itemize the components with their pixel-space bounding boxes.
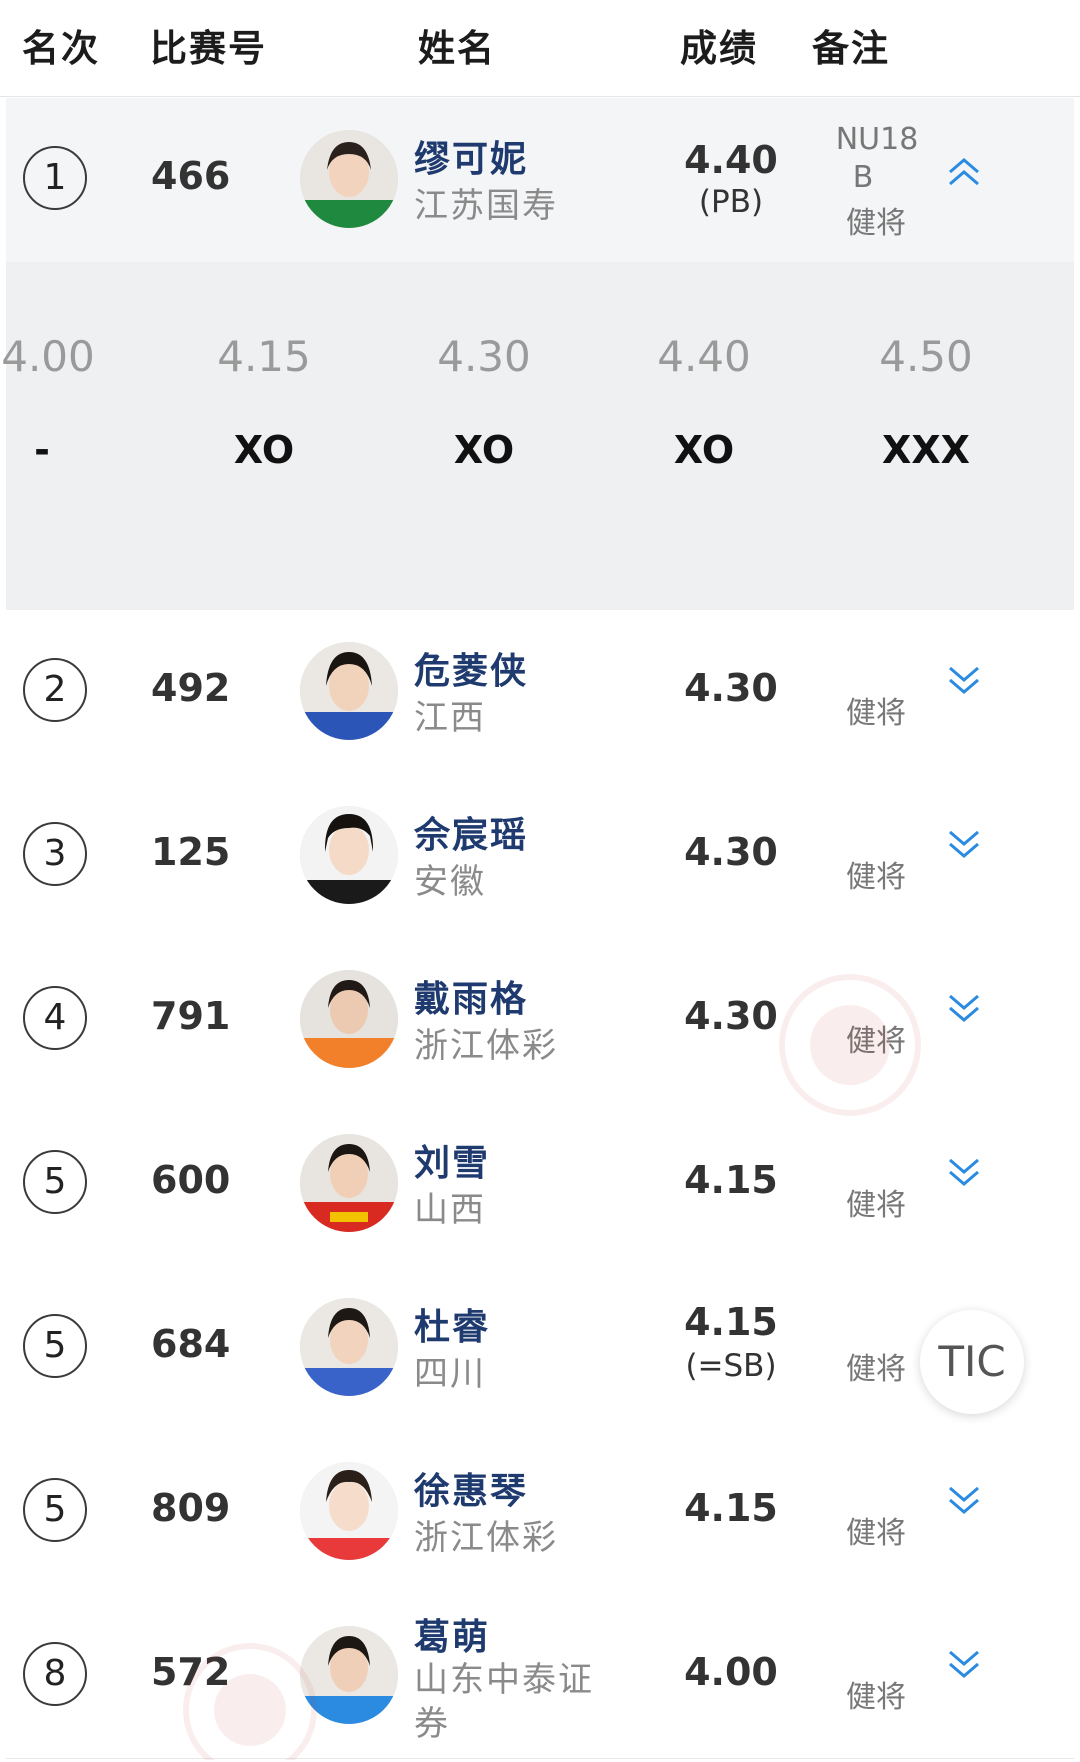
athlete-name[interactable]: 危菱侠 [414, 642, 528, 694]
bib-number: 791 [151, 994, 231, 1038]
header-performance: 成绩 [680, 27, 758, 70]
remark-level: 健将 [846, 860, 906, 895]
avatar [300, 1462, 398, 1560]
remark-level: 健将 [846, 696, 906, 731]
header-rank: 名次 [22, 27, 100, 70]
table-row[interactable]: 3 125 佘宸瑶 安徽 4.30 健将 [6, 774, 1074, 939]
athlete-team: 安徽 [414, 862, 486, 902]
table-row[interactable]: 5 684 杜睿 四川 4.15 (=SB) 健将 [6, 1266, 1074, 1431]
rank-badge: 1 [23, 146, 87, 210]
chevron-double-up-icon[interactable] [946, 154, 982, 190]
athlete-name[interactable]: 葛萌 [414, 1608, 490, 1660]
athlete-name[interactable]: 佘宸瑶 [414, 806, 528, 858]
attempts-panel: 4.00 4.15 4.30 4.40 4.50 - XO XO XO XXX [1, 262, 1074, 611]
athlete-team: 山西 [414, 1190, 486, 1230]
bib-number: 600 [151, 1158, 231, 1202]
header-bib: 比赛号 [150, 27, 267, 70]
performance: 4.15 [684, 1158, 778, 1202]
attempt-height: 4.40 [657, 332, 751, 381]
performance: 4.40 [684, 138, 778, 182]
athlete-team: 江西 [414, 698, 486, 738]
remark-b: B [852, 160, 874, 195]
bib-number: 466 [151, 154, 231, 198]
avatar [300, 970, 398, 1068]
attempt-mark: XXX [882, 428, 970, 472]
avatar [300, 130, 398, 228]
remark-level: 健将 [846, 1352, 906, 1387]
performance: 4.15 [684, 1486, 778, 1530]
attempt-height: 4.30 [437, 332, 531, 381]
remark-nu18: NU18 [835, 122, 919, 157]
chevron-double-down-icon[interactable] [946, 1482, 982, 1518]
performance: 4.15 [684, 1300, 778, 1344]
chevron-double-down-icon[interactable] [946, 826, 982, 862]
header-name: 姓名 [418, 27, 496, 70]
performance: 4.30 [684, 994, 778, 1038]
attempt-height: 4.50 [879, 332, 973, 381]
bib-number: 125 [151, 830, 231, 874]
header-remarks: 备注 [812, 27, 890, 70]
attempt-height: 4.00 [1, 332, 95, 381]
remark-level: 健将 [846, 1024, 906, 1059]
table-row[interactable]: 2 492 危菱侠 江西 4.30 健将 [6, 610, 1074, 775]
attempt-mark: XO [233, 428, 295, 472]
table-row[interactable]: 5 600 刘雪 山西 4.15 健将 [6, 1102, 1074, 1267]
performance: 4.00 [684, 1650, 778, 1694]
avatar [300, 1298, 398, 1396]
athlete-name[interactable]: 刘雪 [414, 1134, 490, 1186]
attempt-mark: - [34, 428, 50, 472]
remark-level: 健将 [846, 1680, 906, 1715]
athlete-name[interactable]: 缪可妮 [414, 130, 528, 182]
avatar [300, 1134, 398, 1232]
bib-number: 572 [151, 1650, 231, 1694]
rank-badge: 4 [23, 986, 87, 1050]
bib-number: 492 [151, 666, 231, 710]
chevron-double-down-icon[interactable] [946, 1154, 982, 1190]
table-row[interactable]: 1 466 缪可妮 江苏国寿 4.40 (PB) NU18 B 健将 [6, 98, 1074, 263]
remark-level: 健将 [846, 206, 906, 241]
floating-tic-button[interactable]: TIC [920, 1310, 1024, 1414]
table-row[interactable]: 5 809 徐惠琴 浙江体彩 4.15 健将 [6, 1430, 1074, 1595]
bib-number: 809 [151, 1486, 231, 1530]
athlete-name[interactable]: 杜睿 [414, 1298, 490, 1350]
athlete-team: 山东中泰证券 [414, 1660, 594, 1744]
performance-note: (PB) [698, 184, 764, 220]
attempt-mark: XO [673, 428, 735, 472]
avatar [300, 642, 398, 740]
attempt-mark: XO [453, 428, 515, 472]
athlete-team: 江苏国寿 [414, 186, 558, 226]
rank-badge: 5 [23, 1314, 87, 1378]
athlete-team: 浙江体彩 [414, 1026, 558, 1066]
chevron-double-down-icon[interactable] [946, 662, 982, 698]
rank-badge: 3 [23, 822, 87, 886]
rank-badge: 5 [23, 1478, 87, 1542]
chevron-double-down-icon[interactable] [946, 1646, 982, 1682]
remark-level: 健将 [846, 1516, 906, 1551]
athlete-name[interactable]: 戴雨格 [414, 970, 528, 1022]
remark-level: 健将 [846, 1188, 906, 1223]
avatar [300, 806, 398, 904]
table-row[interactable]: 4 791 戴雨格 浙江体彩 4.30 健将 [6, 938, 1074, 1103]
avatar [300, 1626, 398, 1724]
rank-badge: 2 [23, 658, 87, 722]
athlete-team: 浙江体彩 [414, 1518, 558, 1558]
athlete-team: 四川 [414, 1354, 486, 1394]
performance-note: (=SB) [685, 1348, 777, 1384]
bib-number: 684 [151, 1322, 231, 1366]
performance: 4.30 [684, 666, 778, 710]
attempt-height: 4.15 [217, 332, 311, 381]
performance: 4.30 [684, 830, 778, 874]
rank-badge: 5 [23, 1150, 87, 1214]
rank-badge: 8 [23, 1642, 87, 1706]
results-table-header: 名次 比赛号 姓名 成绩 备注 [0, 0, 1080, 97]
table-row[interactable]: 8 572 葛萌 山东中泰证券 4.00 健将 [6, 1594, 1074, 1759]
athlete-name[interactable]: 徐惠琴 [414, 1462, 528, 1514]
chevron-double-down-icon[interactable] [946, 990, 982, 1026]
